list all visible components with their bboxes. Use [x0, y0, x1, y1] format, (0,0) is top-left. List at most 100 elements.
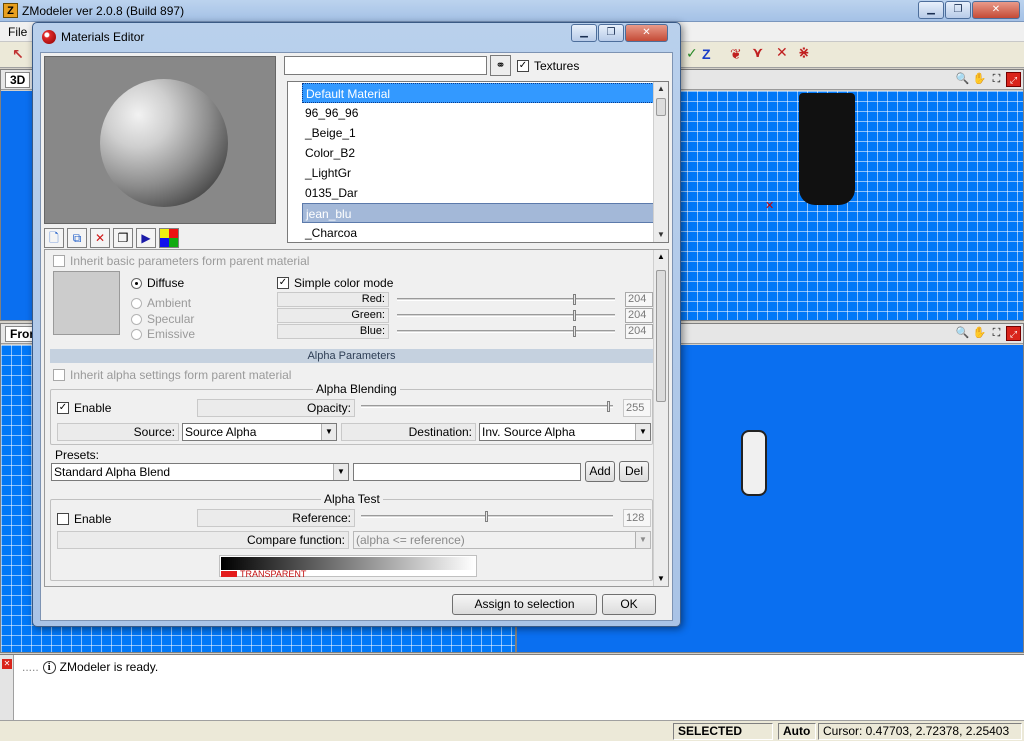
scroll-down-icon[interactable]: ▼ [654, 572, 668, 586]
radio-diffuse[interactable]: Diffuse [131, 276, 184, 290]
opacity-value[interactable]: 255 [623, 399, 651, 417]
dialog-maximize-button[interactable]: ❐ [598, 24, 624, 42]
copy-material-icon[interactable]: ⧉ [67, 228, 87, 248]
axis-gizmo-icon[interactable]: ⋎ [752, 44, 763, 61]
dialog-minimize-button[interactable]: ▁ [571, 24, 597, 42]
blue-slider[interactable] [397, 326, 615, 337]
menu-file[interactable]: File [8, 25, 27, 39]
pan-hand-icon[interactable]: ✋ [972, 72, 987, 87]
blue-value[interactable]: 204 [625, 324, 653, 339]
alpha-blend-enable-checkbox[interactable]: ✓ [57, 402, 69, 414]
viewport-3d-label[interactable]: 3D [5, 72, 31, 88]
list-item[interactable]: jean_blu [302, 203, 654, 223]
chevron-down-icon[interactable]: ▼ [321, 424, 336, 440]
reference-slider[interactable] [361, 511, 613, 522]
scroll-up-icon[interactable]: ▲ [654, 82, 668, 96]
select-tool-icon[interactable]: ↖ [12, 46, 24, 63]
radio-emissive[interactable]: Emissive [131, 327, 195, 341]
app-maximize-button[interactable]: ❐ [945, 1, 971, 19]
pan-hand-icon[interactable]: ✋ [972, 326, 987, 341]
simple-color-mode-label: Simple color mode [294, 276, 394, 290]
scroll-down-icon[interactable]: ▼ [654, 228, 668, 242]
chevron-down-icon[interactable]: ▼ [333, 464, 348, 480]
scroll-thumb[interactable] [656, 270, 666, 402]
app-close-button[interactable]: ✕ [972, 1, 1020, 19]
list-item[interactable]: 0135_Dar [302, 183, 654, 203]
chevron-down-icon[interactable]: ▼ [635, 532, 650, 548]
axis-gizmo-2-icon[interactable]: ✕ [776, 44, 788, 61]
compare-function-select[interactable]: (alpha <= reference) ▼ [353, 531, 651, 549]
green-slider[interactable] [397, 310, 615, 321]
ok-button[interactable]: OK [602, 594, 656, 615]
auto-indicator[interactable]: Auto [778, 723, 816, 740]
green-label: Green: [277, 308, 389, 323]
selection-mode-indicator[interactable]: SELECTED MODE [673, 723, 773, 741]
maximize-viewport-icon[interactable]: ⤢ [1006, 72, 1021, 87]
opacity-slider[interactable] [361, 401, 613, 412]
inherit-alpha-checkbox[interactable] [53, 369, 65, 381]
red-slider-thumb[interactable] [573, 294, 576, 305]
find-binoculars-icon[interactable]: ⚭ [490, 55, 511, 76]
opacity-slider-thumb[interactable] [607, 401, 610, 412]
delete-material-icon[interactable]: ✕ [90, 228, 110, 248]
scroll-up-icon[interactable]: ▲ [654, 250, 668, 264]
reference-slider-thumb[interactable] [485, 511, 488, 522]
list-item[interactable]: _LightGr [302, 163, 654, 183]
list-item[interactable]: Default Material [302, 83, 654, 103]
zoom-icon[interactable]: 🔍 [955, 326, 970, 341]
green-slider-thumb[interactable] [573, 310, 576, 321]
diffuse-radio[interactable] [131, 277, 142, 289]
list-item[interactable]: 96_96_96 [302, 103, 654, 123]
color-palette-icon[interactable] [159, 228, 179, 248]
alpha-test-enable-checkbox[interactable] [57, 513, 69, 525]
axis-gizmo-3-icon[interactable]: ⋇ [798, 44, 810, 61]
maximize-viewport-icon[interactable]: ⤢ [1006, 326, 1021, 341]
delete-preset-button[interactable]: Del [619, 461, 649, 482]
materials-editor-icon [42, 30, 56, 44]
list-item[interactable]: _Beige_1 [302, 123, 654, 143]
simple-color-mode-checkbox[interactable]: ✓ [277, 277, 289, 289]
add-preset-button[interactable]: Add [585, 461, 615, 482]
properties-scrollbar[interactable]: ▲ ▼ [653, 250, 668, 586]
green-value[interactable]: 204 [625, 308, 653, 323]
list-item[interactable]: Color_B2 [302, 143, 654, 163]
zoom-extents-icon[interactable]: ⛶ [989, 72, 1004, 87]
ambient-radio[interactable] [131, 297, 142, 309]
blue-slider-row: Blue: 204 [277, 324, 657, 339]
radio-ambient[interactable]: Ambient [131, 296, 191, 310]
reference-value[interactable]: 128 [623, 509, 651, 527]
materials-list-scrollbar[interactable]: ▲ ▼ [653, 82, 668, 242]
radio-specular[interactable]: Specular [131, 312, 194, 326]
material-search-input[interactable] [284, 56, 487, 75]
assign-to-selection-button[interactable]: Assign to selection [452, 594, 597, 615]
zoom-extents-icon[interactable]: ⛶ [989, 326, 1004, 341]
red-value[interactable]: 204 [625, 292, 653, 307]
app-minimize-button[interactable]: ▁ [918, 1, 944, 19]
materials-list[interactable]: Default Material 96_96_96 _Beige_1 Color… [287, 81, 669, 243]
specular-radio[interactable] [131, 313, 142, 325]
zoom-icon[interactable]: 🔍 [955, 72, 970, 87]
destination-select[interactable]: Inv. Source Alpha ▼ [479, 423, 651, 441]
red-slider[interactable] [397, 294, 615, 305]
blue-slider-thumb[interactable] [573, 326, 576, 337]
dialog-close-button[interactable]: ✕ [625, 24, 668, 42]
preset-name-input[interactable] [353, 463, 581, 481]
source-select[interactable]: Source Alpha ▼ [182, 423, 337, 441]
inherit-basic-checkbox[interactable] [53, 255, 65, 267]
duplicate-material-icon[interactable]: ❐ [113, 228, 133, 248]
scroll-thumb[interactable] [656, 98, 666, 116]
green-slider-row: Green: 204 [277, 308, 657, 323]
emissive-radio[interactable] [131, 328, 142, 340]
axis-z-button[interactable]: Z [702, 46, 711, 62]
link-tool-icon[interactable]: ❦ [730, 46, 742, 63]
apply-material-icon[interactable]: ▶ [136, 228, 156, 248]
textures-checkbox[interactable]: ✓ [517, 60, 529, 72]
chevron-down-icon[interactable]: ▼ [635, 424, 650, 440]
presets-select[interactable]: Standard Alpha Blend ▼ [51, 463, 349, 481]
close-log-icon[interactable]: ✕ [2, 659, 12, 669]
check-axis-icon[interactable]: ✓ [686, 45, 698, 62]
alpha-parameters-header[interactable]: Alpha Parameters [50, 349, 653, 363]
new-material-icon[interactable]: 🗋 [44, 228, 64, 248]
list-item[interactable]: _Charcoa [302, 223, 654, 243]
color-swatch[interactable] [53, 271, 120, 335]
